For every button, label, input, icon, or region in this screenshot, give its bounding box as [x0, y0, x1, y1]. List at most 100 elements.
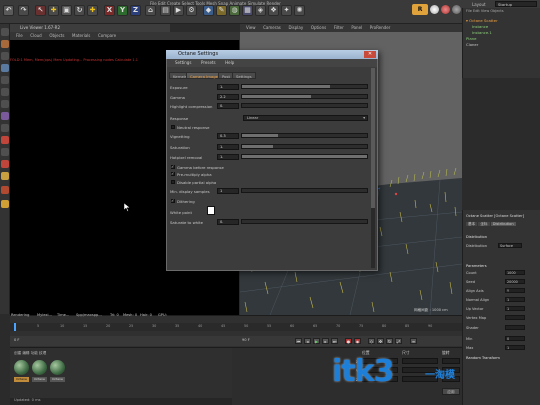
attr-tabs[interactable]: 基本 坐标 Distribution — [466, 222, 516, 227]
play-icon[interactable]: ▶ — [313, 338, 320, 344]
pen-icon[interactable]: ✎ — [216, 5, 227, 16]
neutral-response-checkbox[interactable] — [171, 125, 175, 129]
subdivision-icon[interactable]: ◍ — [229, 5, 240, 16]
material-ball[interactable] — [32, 360, 47, 375]
x-axis-button[interactable]: X — [104, 5, 115, 16]
min-display-samples-field[interactable]: 1 — [217, 188, 239, 194]
move-tool-icon[interactable]: ✚ — [48, 5, 59, 16]
white-point-swatch[interactable] — [207, 206, 215, 215]
align-axis-field[interactable]: Y — [505, 288, 525, 293]
create-tool-icon[interactable]: ✚ — [87, 5, 98, 16]
end-frame[interactable]: 90 F — [242, 338, 250, 342]
saturation-slider[interactable] — [241, 144, 368, 149]
material-label[interactable]: Octane — [14, 377, 29, 382]
lv-menu-materials[interactable]: Materials — [72, 32, 90, 40]
deformer-icon[interactable]: ◈ — [255, 5, 266, 16]
tweak-icon[interactable] — [1, 124, 9, 132]
render-tab-time[interactable]: Time... — [57, 313, 69, 317]
close-icon[interactable]: ✕ — [364, 51, 376, 58]
hotpixel-removal-field[interactable]: 1. — [217, 154, 239, 160]
render-tab-mesh[interactable]: Mesh: 0 — [123, 313, 137, 317]
move-key-icon[interactable]: ✥ — [377, 338, 384, 344]
render-tab-gpu[interactable]: GPU: — [158, 313, 167, 317]
vignetting-slider[interactable] — [241, 133, 368, 138]
normal-align-field[interactable]: 1 — [505, 297, 525, 302]
vp-menu-view[interactable]: View — [246, 24, 256, 32]
lv-menu-file[interactable]: File — [16, 32, 23, 40]
render-tab-hair[interactable]: Hair: 0 — [140, 313, 152, 317]
material-ball[interactable] — [14, 360, 29, 375]
layout-select[interactable]: Startup — [495, 1, 537, 7]
lv-menu-compare[interactable]: Compare — [98, 32, 116, 40]
dialog-titlebar[interactable]: Octane Settings ✕ — [166, 50, 378, 59]
rotation-h-field[interactable] — [442, 358, 460, 364]
lv-menu-objects[interactable]: Objects — [49, 32, 64, 40]
autokey-icon[interactable]: ◉ — [354, 338, 361, 344]
z-axis-button[interactable]: Z — [130, 5, 141, 16]
render-region-icon[interactable]: ▤ — [160, 5, 171, 16]
sphere-icon[interactable] — [430, 5, 439, 14]
brush-icon[interactable] — [1, 200, 9, 208]
scene-icon[interactable]: ❖ — [268, 5, 279, 16]
saturation-field[interactable]: 1. — [217, 144, 239, 150]
edges-mode-icon[interactable] — [1, 88, 9, 96]
snap-icon[interactable] — [1, 136, 9, 144]
go-end-icon[interactable]: ⏭ — [331, 338, 338, 344]
highlight-compression-slider[interactable] — [241, 103, 368, 108]
select-tool-icon[interactable]: ↖ — [35, 5, 46, 16]
vertex-map-field[interactable] — [505, 315, 525, 320]
size-x-field[interactable] — [402, 358, 438, 364]
object-row[interactable]: Cloner — [466, 42, 540, 48]
render-tab-tri[interactable]: Tri: 0 — [110, 313, 119, 317]
make-editable-icon[interactable] — [1, 28, 9, 36]
scale-key-icon[interactable]: ⤢ — [395, 338, 402, 344]
vp-menu-prorender[interactable]: ProRender — [370, 24, 391, 32]
lv-menu-cloud[interactable]: Cloud — [30, 32, 41, 40]
go-start-icon[interactable]: ⏮ — [295, 338, 302, 344]
highlight-compression-field[interactable]: 0. — [217, 103, 239, 109]
polygons-mode-icon[interactable] — [1, 100, 9, 108]
dialog-menu-settings[interactable]: Settings — [175, 59, 191, 67]
start-frame[interactable]: 0 F — [14, 338, 20, 342]
material-menu[interactable]: 创建 编辑 功能 纹理 — [14, 351, 46, 356]
material-ball-icon[interactable] — [441, 5, 450, 14]
gamma-slider[interactable] — [241, 94, 368, 99]
dialog-menu-help[interactable]: Help — [225, 59, 234, 67]
render-tab-mylexi[interactable]: Mylexi... — [37, 313, 52, 317]
pre-multiply-alpha-checkbox[interactable] — [171, 171, 175, 176]
sculpt-icon[interactable] — [1, 186, 9, 194]
rotate-key-icon[interactable]: ↻ — [386, 338, 393, 344]
render-tab-rendering[interactable]: Rendering — [11, 313, 29, 317]
rotate-tool-icon[interactable]: ↻ — [74, 5, 85, 16]
timeline-settings-icon[interactable]: ≡ — [410, 338, 417, 344]
points-mode-icon[interactable] — [1, 76, 9, 84]
coord-system-icon[interactable]: ⌂ — [145, 5, 156, 16]
vp-menu-filter[interactable]: Filter — [334, 24, 344, 32]
array-icon[interactable]: ▦ — [242, 5, 253, 16]
redo-icon[interactable]: ↷ — [18, 5, 29, 16]
timeline-ruler[interactable]: 0 5 10 15 20 25 30 35 40 45 50 55 60 65 … — [10, 323, 462, 331]
vp-menu-cameras[interactable]: Cameras — [263, 24, 281, 32]
saturate-to-white-field[interactable]: 0. — [217, 219, 239, 225]
vp-menu-panel[interactable]: Panel — [351, 24, 362, 32]
undo-icon[interactable]: ↶ — [3, 5, 14, 16]
workplane-icon[interactable] — [1, 64, 9, 72]
count-field[interactable]: 1000 — [505, 270, 525, 275]
vignetting-field[interactable]: 0.3 — [217, 133, 239, 139]
dithering-checkbox[interactable] — [171, 198, 175, 203]
material-ball[interactable] — [50, 360, 65, 375]
saturate-to-white-slider[interactable] — [241, 219, 368, 224]
disable-partial-alpha-checkbox[interactable] — [171, 180, 175, 184]
texture-mode-icon[interactable] — [1, 52, 9, 60]
apply-button[interactable]: 应用 — [442, 388, 460, 395]
material-label[interactable]: Octane — [50, 377, 65, 382]
render-settings-icon[interactable]: ⚙ — [186, 5, 197, 16]
seed-field[interactable]: 20000 — [505, 279, 525, 284]
light-icon[interactable]: ✺ — [294, 5, 305, 16]
paint-icon[interactable] — [1, 172, 9, 180]
axis-mode-icon[interactable] — [1, 112, 9, 120]
hotpixel-removal-slider[interactable] — [241, 154, 368, 159]
shader-field[interactable] — [505, 325, 525, 330]
render-badge[interactable]: R — [412, 4, 428, 15]
up-vector-field[interactable]: 1 — [505, 306, 525, 311]
